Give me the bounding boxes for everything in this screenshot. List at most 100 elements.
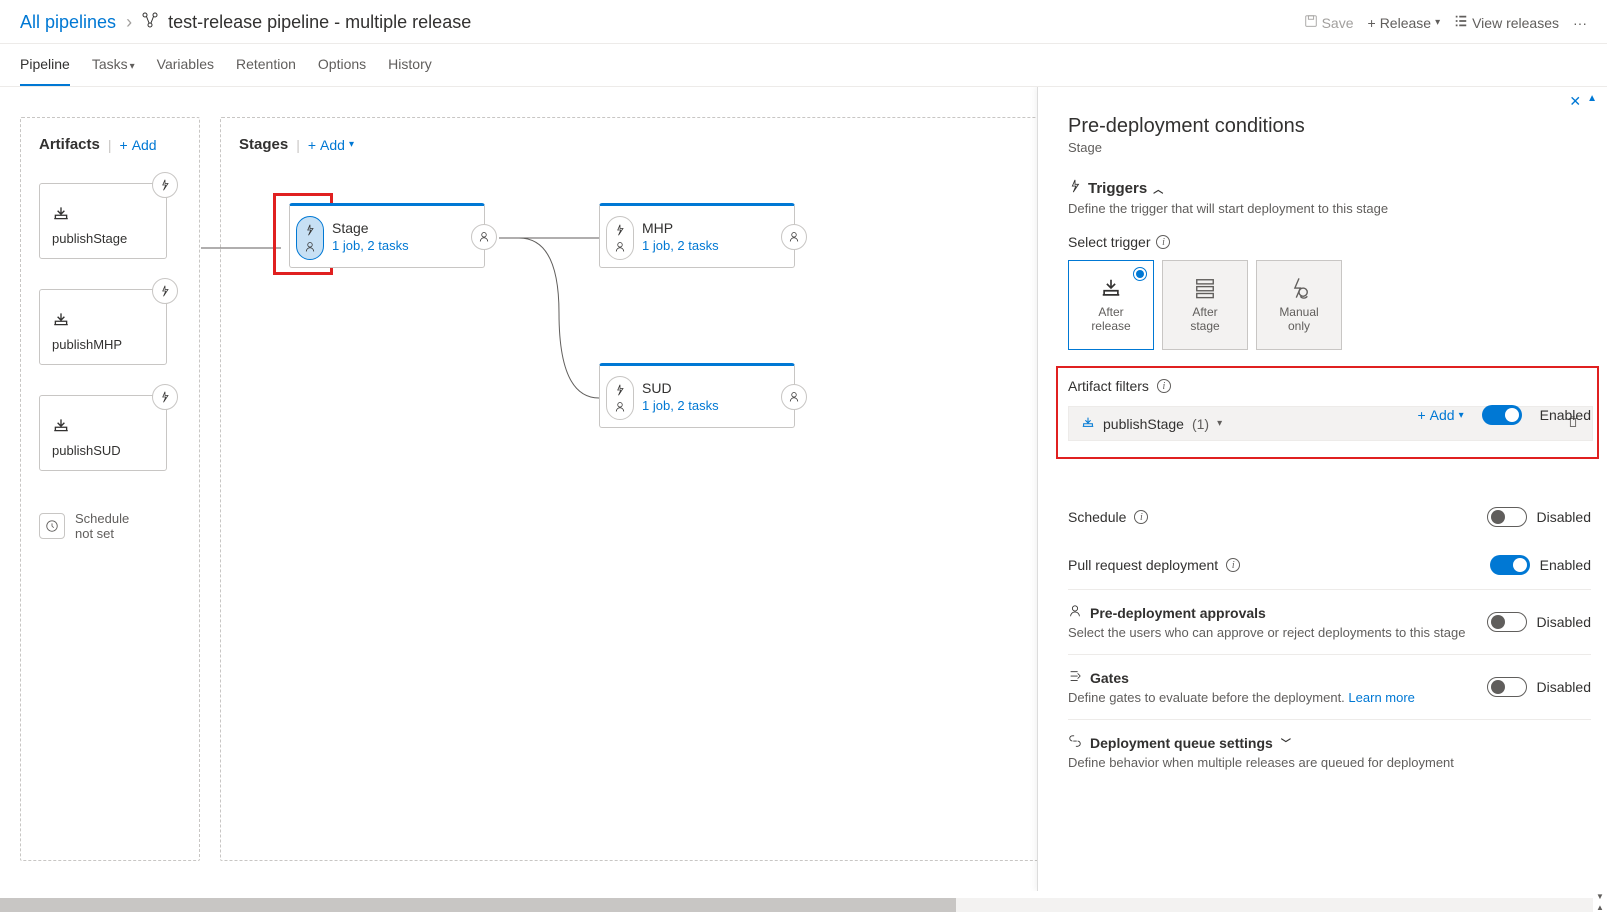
link-icon — [1068, 734, 1082, 751]
pre-deployment-button[interactable] — [606, 376, 634, 420]
learn-more-link[interactable]: Learn more — [1348, 690, 1414, 705]
clock-icon — [39, 513, 65, 539]
post-deployment-button[interactable] — [781, 224, 807, 250]
chevron-down-icon: ▾ — [1217, 418, 1222, 429]
save-icon — [1304, 14, 1318, 31]
artifact-name: publishSUD — [52, 443, 154, 458]
schedule-label: Schedule not set — [75, 511, 129, 541]
chevron-down-icon: ﹀ — [1281, 735, 1291, 750]
queue-section-header[interactable]: Deployment queue settings ﹀ — [1068, 734, 1454, 751]
info-icon[interactable]: i — [1157, 379, 1171, 393]
artifact-name: publishStage — [52, 231, 154, 246]
approvals-label: Pre-deployment approvals — [1090, 605, 1266, 621]
schedule-label: Schedule — [1068, 509, 1126, 525]
package-icon — [52, 204, 154, 225]
pre-deployment-button[interactable] — [296, 216, 324, 260]
schedule-toggle[interactable] — [1487, 507, 1527, 527]
plus-icon: + — [1368, 15, 1376, 31]
artifacts-title: Artifacts — [39, 136, 100, 153]
radio-icon — [1133, 267, 1147, 281]
canvas: Artifacts | +Add publishStage publishMHP… — [0, 87, 1607, 891]
package-icon — [52, 416, 154, 437]
stage-card[interactable]: Stage 1 job, 2 tasks — [289, 203, 485, 268]
breadcrumb: All pipelines › test-release pipeline - … — [20, 12, 471, 33]
chevron-down-icon: ▾ — [1435, 17, 1440, 28]
trigger-after-stage[interactable]: After stage — [1162, 260, 1248, 350]
info-icon[interactable]: i — [1134, 510, 1148, 524]
stage-tasks-link[interactable]: 1 job, 2 tasks — [642, 238, 782, 253]
approvals-description: Select the users who can approve or reje… — [1068, 625, 1465, 640]
panel-subtitle: Stage — [1068, 140, 1591, 155]
chevron-down-icon: ▾ — [1459, 410, 1464, 421]
pre-deployment-button[interactable] — [606, 216, 634, 260]
stage-tasks-link[interactable]: 1 job, 2 tasks — [332, 238, 472, 253]
chevron-right-icon: › — [126, 12, 132, 33]
pull-request-label: Pull request deployment — [1068, 557, 1218, 573]
stage-card[interactable]: MHP 1 job, 2 tasks — [599, 203, 795, 268]
pipeline-icon — [142, 12, 158, 33]
artifact-filters-label: Artifact filters — [1068, 378, 1149, 394]
triggers-section-header[interactable]: Triggers ︿ — [1068, 179, 1591, 197]
add-artifact-button[interactable]: +Add — [120, 137, 157, 153]
info-icon[interactable]: i — [1226, 558, 1240, 572]
side-panel: ✕ ▲ Pre-deployment conditions Stage Trig… — [1037, 87, 1607, 891]
tabs: Pipeline Tasks▾ Variables Retention Opti… — [0, 44, 1607, 87]
tab-tasks[interactable]: Tasks▾ — [92, 44, 135, 86]
stage-name: MHP — [642, 220, 782, 236]
person-icon — [1068, 604, 1082, 621]
post-deployment-button[interactable] — [471, 224, 497, 250]
package-icon — [1081, 415, 1095, 432]
save-button: Save — [1304, 14, 1354, 31]
stage-card[interactable]: SUD 1 job, 2 tasks — [599, 363, 795, 428]
more-button[interactable]: ··· — [1573, 15, 1587, 31]
info-icon[interactable]: i — [1156, 235, 1170, 249]
add-filter-button[interactable]: +Add ▾ — [1417, 407, 1463, 423]
close-button[interactable]: ✕ — [1569, 93, 1581, 110]
release-button[interactable]: + Release ▾ — [1368, 15, 1441, 31]
scrollbar-buttons[interactable]: ▼▲ — [1593, 892, 1607, 912]
trigger-after-release[interactable]: After release — [1068, 260, 1154, 350]
schedule-box[interactable]: Schedule not set — [39, 511, 181, 541]
collapse-up-icon[interactable]: ▲ — [1587, 93, 1597, 110]
chevron-up-icon: ︿ — [1153, 181, 1163, 196]
add-stage-button[interactable]: +Add ▾ — [308, 137, 354, 153]
pull-request-toggle[interactable] — [1490, 555, 1530, 575]
tab-options[interactable]: Options — [318, 44, 366, 86]
trigger-badge[interactable] — [152, 384, 178, 410]
stage-name: Stage — [332, 220, 472, 236]
gates-toggle[interactable] — [1487, 677, 1527, 697]
trigger-badge[interactable] — [152, 172, 178, 198]
stage-tasks-link[interactable]: 1 job, 2 tasks — [642, 398, 782, 413]
stages-title: Stages — [239, 136, 288, 153]
plus-icon: + — [1417, 407, 1425, 423]
artifact-card[interactable]: publishMHP — [39, 289, 167, 365]
chevron-down-icon: ▾ — [349, 139, 354, 150]
tab-history[interactable]: History — [388, 44, 432, 86]
trigger-manual-only[interactable]: Manual only — [1256, 260, 1342, 350]
breadcrumb-root[interactable]: All pipelines — [20, 12, 116, 33]
select-trigger-label: Select trigger i — [1068, 234, 1591, 250]
tab-pipeline[interactable]: Pipeline — [20, 44, 70, 86]
tab-variables[interactable]: Variables — [157, 44, 214, 86]
package-icon — [52, 310, 154, 331]
list-icon — [1454, 14, 1468, 31]
top-bar: All pipelines › test-release pipeline - … — [0, 0, 1607, 44]
tab-retention[interactable]: Retention — [236, 44, 296, 86]
lightning-icon — [1068, 179, 1082, 197]
trigger-badge[interactable] — [152, 278, 178, 304]
chevron-down-icon: ▾ — [130, 61, 135, 72]
view-releases-button[interactable]: View releases — [1454, 14, 1559, 31]
horizontal-scrollbar[interactable] — [0, 898, 1593, 912]
stage-name: SUD — [642, 380, 782, 396]
plus-icon: + — [308, 137, 316, 153]
artifact-name: publishMHP — [52, 337, 154, 352]
artifact-card[interactable]: publishStage — [39, 183, 167, 259]
artifact-filters-toggle[interactable] — [1482, 405, 1522, 425]
queue-description: Define behavior when multiple releases a… — [1068, 755, 1454, 770]
top-actions: Save + Release ▾ View releases ··· — [1304, 14, 1587, 31]
gates-description: Define gates to evaluate before the depl… — [1068, 690, 1345, 705]
artifact-card[interactable]: publishSUD — [39, 395, 167, 471]
post-deployment-button[interactable] — [781, 384, 807, 410]
approvals-toggle[interactable] — [1487, 612, 1527, 632]
triggers-description: Define the trigger that will start deplo… — [1068, 201, 1591, 216]
